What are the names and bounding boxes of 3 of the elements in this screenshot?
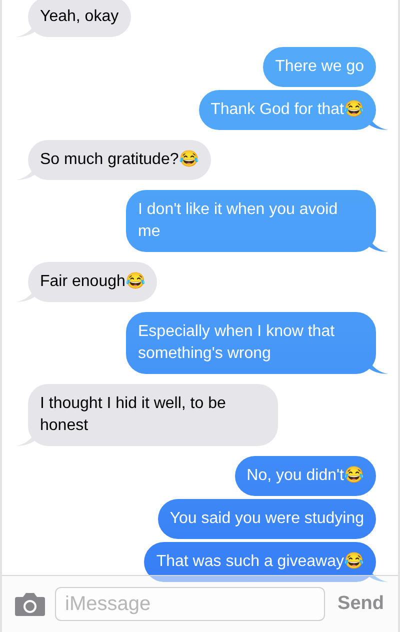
camera-icon[interactable] xyxy=(14,591,46,617)
message-field[interactable]: iMessage xyxy=(55,587,325,621)
send-button[interactable]: Send xyxy=(334,593,388,615)
